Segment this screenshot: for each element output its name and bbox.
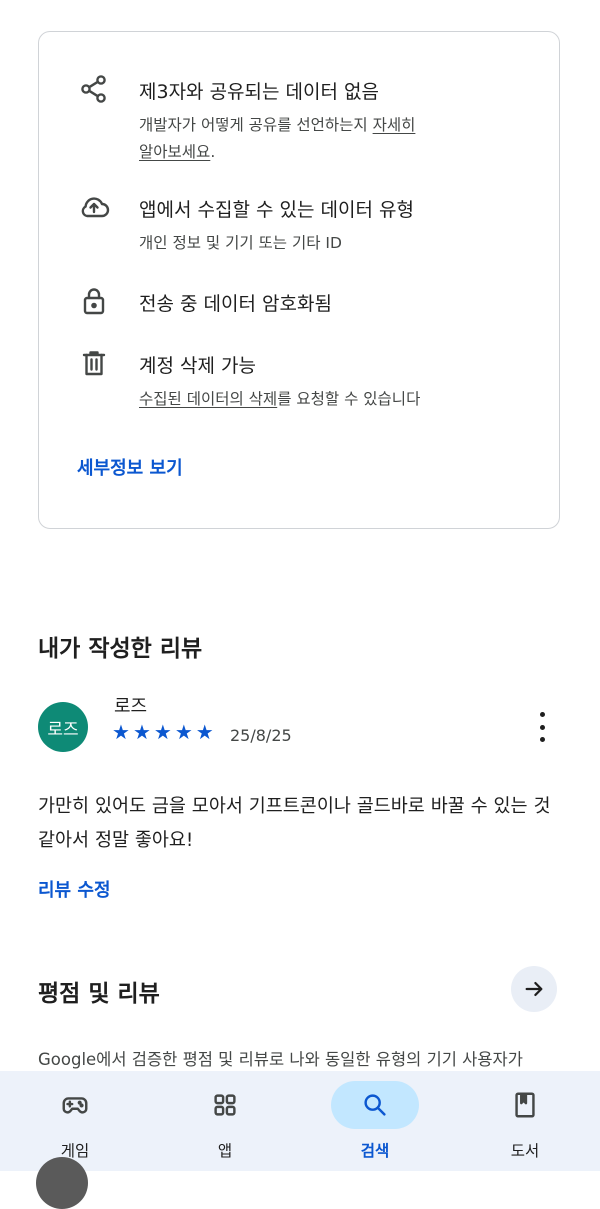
ratings-description: Google에서 검증한 평점 및 리뷰로 나와 동일한 유형의 기기 사용자가 bbox=[38, 1050, 523, 1069]
star-icon: ★ bbox=[195, 720, 214, 744]
subtitle-text: 를 요청할 수 있습니다 bbox=[277, 390, 421, 408]
cloud-upload-icon bbox=[77, 190, 111, 224]
safety-item-title: 앱에서 수집할 수 있는 데이터 유형 bbox=[139, 199, 414, 221]
data-safety-card: 제3자와 공유되는 데이터 없음 개발자가 어떻게 공유를 선언하는지 자세히 … bbox=[38, 31, 560, 529]
star-icon: ★ bbox=[174, 720, 193, 744]
safety-item-title: 전송 중 데이터 암호화됨 bbox=[139, 293, 332, 315]
subtitle-period: . bbox=[210, 143, 216, 161]
arrow-right-icon bbox=[525, 981, 543, 997]
avatar: 로즈 bbox=[38, 702, 88, 752]
edit-review-link[interactable]: 리뷰 수정 bbox=[38, 876, 111, 902]
star-icon: ★ bbox=[153, 720, 172, 744]
star-icon: ★ bbox=[132, 720, 151, 744]
share-icon bbox=[77, 72, 111, 106]
learn-more-link-cont[interactable]: 알아보세요 bbox=[139, 143, 210, 161]
safety-item-subtitle: 개발자가 어떻게 공유를 선언하는지 자세히 알아보세요. bbox=[139, 112, 415, 166]
star-icon: ★ bbox=[112, 720, 130, 744]
bottom-navigation: 게임 앱 검색 도서 bbox=[0, 1071, 600, 1171]
nav-item-apps[interactable]: 앱 bbox=[150, 1071, 300, 1171]
safety-item-title: 계정 삭제 가능 bbox=[139, 355, 256, 377]
safety-item-title: 제3자와 공유되는 데이터 없음 bbox=[139, 81, 379, 103]
review-text: 가만히 있어도 금을 모아서 기프트콘이나 골드바로 바꿀 수 있는 것 같아서… bbox=[38, 796, 551, 851]
subtitle-text: 개발자가 어떻게 공유를 선언하는지 bbox=[139, 116, 373, 134]
safety-item-subtitle: 개인 정보 및 기기 또는 기타 ID bbox=[139, 234, 342, 252]
review-date: 25/8/25 bbox=[230, 726, 292, 745]
ratings-heading: 평점 및 리뷰 bbox=[38, 981, 160, 1007]
reviewer-name: 로즈 bbox=[114, 696, 148, 717]
apps-grid-icon bbox=[181, 1081, 269, 1129]
nav-item-games[interactable]: 게임 bbox=[0, 1071, 150, 1171]
lock-icon bbox=[77, 284, 111, 318]
data-deletion-link[interactable]: 수집된 데이터의 삭제 bbox=[139, 390, 277, 408]
nav-item-books[interactable]: 도서 bbox=[450, 1071, 600, 1171]
book-icon bbox=[481, 1081, 569, 1129]
trash-icon bbox=[77, 346, 111, 380]
nav-item-search[interactable]: 검색 bbox=[300, 1071, 450, 1171]
see-details-link[interactable]: 세부정보 보기 bbox=[77, 454, 183, 480]
my-review-heading: 내가 작성한 리뷰 bbox=[38, 636, 203, 662]
search-icon bbox=[331, 1081, 419, 1129]
safety-item-subtitle: 수집된 데이터의 삭제를 요청할 수 있습니다 bbox=[139, 386, 420, 413]
nav-label: 도서 bbox=[510, 1142, 540, 1160]
nav-label: 검색 bbox=[360, 1142, 390, 1160]
star-rating: ★ ★ ★ ★ ★ bbox=[112, 722, 214, 742]
learn-more-link[interactable]: 자세히 bbox=[373, 116, 416, 134]
floating-button[interactable] bbox=[36, 1157, 88, 1209]
nav-label: 게임 bbox=[60, 1142, 90, 1160]
gamepad-icon bbox=[31, 1081, 119, 1129]
nav-label: 앱 bbox=[217, 1142, 233, 1160]
ratings-arrow-button[interactable] bbox=[511, 966, 557, 1012]
more-options-icon[interactable] bbox=[530, 712, 554, 742]
